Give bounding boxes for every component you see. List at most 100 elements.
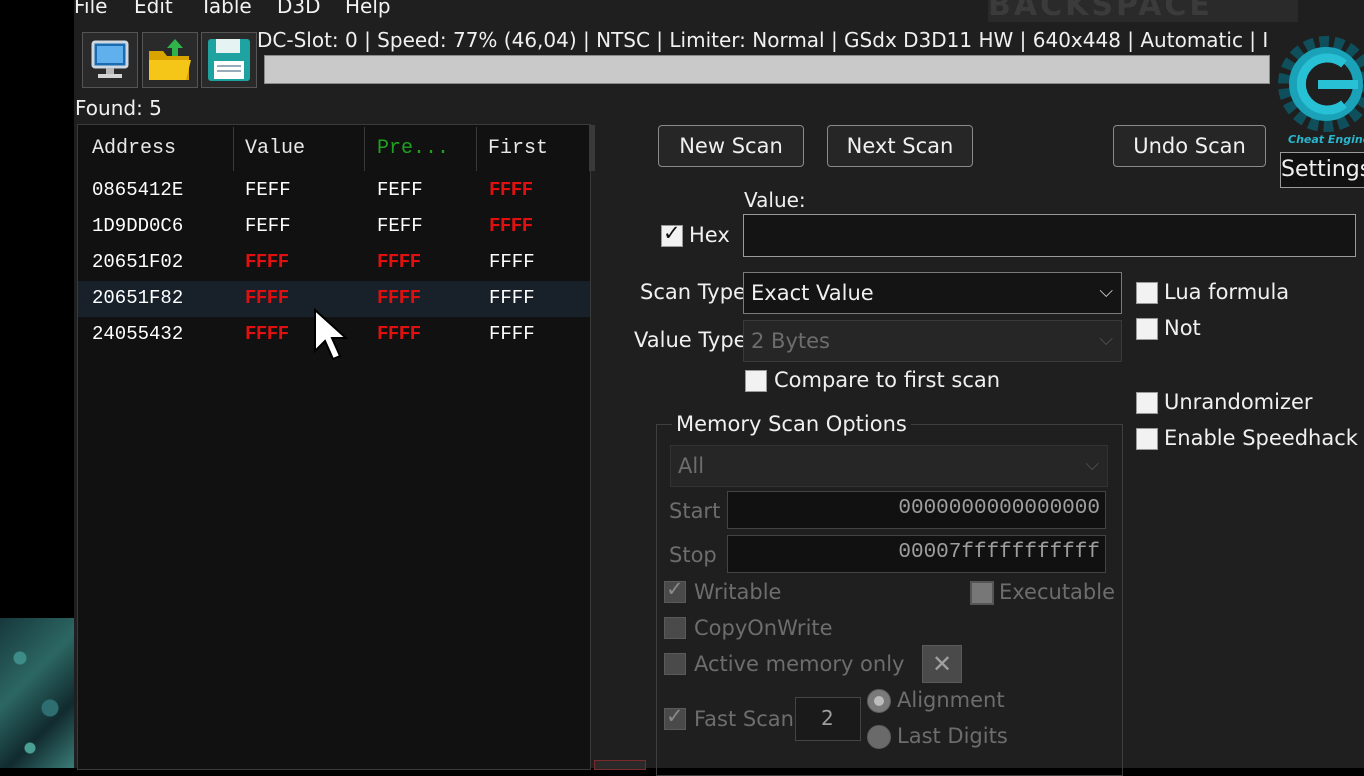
column-divider[interactable] (364, 127, 365, 171)
list-header-edge (589, 125, 595, 171)
found-address-list[interactable]: Address Value Pre... First 0865412E FEFF… (77, 124, 595, 770)
memory-region-select[interactable]: All ⌵ (670, 445, 1108, 487)
pause-process-button[interactable]: ✕ (922, 645, 962, 683)
address-cell: 20651F02 (92, 251, 184, 273)
process-title[interactable]: DC-Slot: 0 | Speed: 77% (46,04) | NTSC |… (257, 28, 1269, 52)
previous-cell: FEFF (377, 215, 423, 237)
chevron-down-icon: ⌵ (1099, 281, 1113, 302)
address-cell: 24055432 (92, 323, 184, 345)
stop-address-input[interactable]: 00007fffffffffff (727, 535, 1106, 573)
open-file-button[interactable] (142, 32, 198, 88)
active-memory-label: Active memory only (694, 652, 905, 676)
executable-checkbox[interactable] (970, 581, 994, 605)
fast-scan-value: 2 (821, 706, 834, 730)
fast-scan-checkbox[interactable]: ✓ (664, 704, 686, 730)
column-header-address[interactable]: Address (92, 137, 176, 160)
previous-cell: FFFF (377, 287, 421, 309)
floppy-disk-icon (208, 39, 250, 81)
unrandomizer-checkbox[interactable] (1136, 392, 1158, 414)
value-input[interactable] (743, 214, 1356, 257)
cheat-engine-logo[interactable]: Cheat Engine (1278, 26, 1364, 148)
open-folder-icon (149, 39, 191, 80)
compare-first-label: Compare to first scan (774, 368, 1001, 392)
memory-scan-options-title: Memory Scan Options (672, 412, 911, 436)
fast-scan-label: Fast Scan (694, 707, 794, 731)
open-process-button[interactable] (82, 32, 138, 88)
first-cell: FFFF (489, 287, 535, 309)
overlay-key-hint: BACKSPACE (988, 0, 1298, 22)
alignment-radio[interactable] (867, 689, 891, 713)
new-scan-button[interactable]: New Scan (658, 125, 804, 167)
next-scan-button[interactable]: Next Scan (827, 125, 973, 167)
menu-edit[interactable]: Edit (134, 0, 173, 18)
first-cell: FFFF (489, 179, 533, 201)
found-count: Found: 5 (75, 96, 162, 120)
unrandomizer-label: Unrandomizer (1164, 390, 1313, 414)
column-divider[interactable] (233, 127, 234, 171)
logo-text: Cheat Engine (1288, 133, 1364, 146)
checkmark-icon: ✓ (666, 577, 684, 601)
undo-scan-button[interactable]: Undo Scan (1113, 125, 1266, 167)
scan-type-label: Scan Type (640, 280, 746, 304)
menu-help[interactable]: Help (345, 0, 391, 18)
menu-bar: File Edit Table D3D Help BACKSPACE (74, 0, 1364, 22)
copy-on-write-label: CopyOnWrite (694, 616, 833, 640)
value-type-select[interactable]: 2 Bytes ⌵ (743, 320, 1122, 362)
start-address-input[interactable]: 0000000000000000 (727, 491, 1106, 529)
table-row[interactable]: 1D9DD0C6 FEFF FEFF FFFF (78, 209, 590, 245)
hex-label: Hex (689, 223, 730, 247)
column-divider[interactable] (476, 127, 477, 171)
memory-region-value: All (678, 454, 705, 478)
address-cell: 20651F82 (92, 287, 184, 309)
column-header-value[interactable]: Value (245, 137, 305, 160)
last-digits-label: Last Digits (897, 724, 1008, 748)
writable-checkbox[interactable]: ✓ (664, 577, 686, 603)
copy-on-write-checkbox[interactable] (664, 617, 686, 639)
speedhack-label: Enable Speedhack (1164, 426, 1358, 450)
stop-address-value: 00007fffffffffff (898, 541, 1100, 564)
fast-scan-input[interactable]: 2 (795, 697, 861, 741)
hex-checkbox[interactable]: ✓ (661, 221, 683, 247)
value-cell: FFFF (245, 323, 289, 345)
start-label: Start (669, 499, 721, 523)
save-button[interactable] (201, 32, 257, 88)
value-type-value: 2 Bytes (751, 329, 830, 353)
executable-label: Executable (999, 580, 1116, 604)
results-panel-tab[interactable] (594, 760, 646, 770)
value-cell: FFFF (245, 287, 289, 309)
menu-table[interactable]: Table (200, 0, 252, 18)
desktop-wallpaper (0, 618, 74, 768)
settings-button[interactable]: Settings (1280, 152, 1364, 188)
speedhack-checkbox[interactable] (1136, 428, 1158, 450)
alignment-label: Alignment (897, 688, 1005, 712)
scan-progress-bar (264, 55, 1270, 84)
previous-cell: FEFF (377, 179, 423, 201)
mouse-cursor-icon (314, 307, 349, 361)
first-cell: FFFF (489, 323, 535, 345)
table-row[interactable]: 0865412E FEFF FEFF FFFF (78, 173, 590, 209)
menu-file[interactable]: File (74, 0, 107, 18)
writable-label: Writable (694, 580, 782, 604)
column-header-first[interactable]: First (488, 137, 548, 160)
compare-first-checkbox[interactable] (745, 370, 767, 392)
menu-d3d[interactable]: D3D (277, 0, 321, 18)
previous-cell: FFFF (377, 323, 421, 345)
column-header-previous[interactable]: Pre... (377, 137, 449, 160)
active-memory-checkbox[interactable] (664, 653, 686, 675)
cheat-engine-logo-icon (1278, 36, 1364, 132)
scan-type-select[interactable]: Exact Value ⌵ (743, 272, 1122, 314)
not-checkbox[interactable] (1136, 318, 1158, 340)
first-cell: FFFF (489, 215, 533, 237)
lua-formula-checkbox[interactable] (1136, 282, 1158, 304)
chevron-down-icon: ⌵ (1099, 329, 1113, 350)
value-cell: FEFF (245, 215, 291, 237)
value-cell: FEFF (245, 179, 291, 201)
stop-label: Stop (669, 543, 717, 567)
value-type-label: Value Type (634, 328, 747, 352)
checkmark-icon: ✓ (663, 221, 681, 245)
last-digits-radio[interactable] (867, 725, 891, 749)
scan-type-value: Exact Value (751, 281, 874, 305)
table-row[interactable]: 20651F02 FFFF FFFF FFFF (78, 245, 590, 281)
computer-icon (91, 40, 129, 78)
address-cell: 0865412E (92, 179, 184, 201)
